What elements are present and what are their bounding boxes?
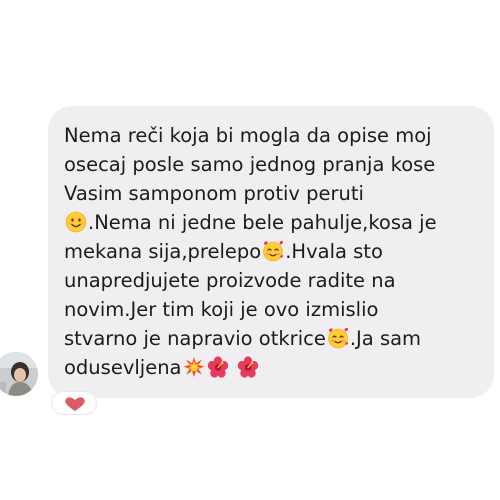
- message-text: Nema reči koja bi mogla da opise moj osec…: [64, 121, 484, 382]
- heart-icon: [65, 397, 85, 411]
- message-line: odusevljena: [64, 353, 484, 382]
- message-text-segment: novim.Jer tim koji je ovo izmislio: [64, 298, 379, 321]
- message-line: Nema reči koja bi mogla da opise moj: [64, 121, 484, 150]
- message-text-segment: mekana sija,prelepo: [64, 240, 262, 263]
- message-text-segment: .Ja sam: [349, 327, 422, 350]
- avatar[interactable]: [0, 352, 38, 396]
- message-text-segment: Vasim samponom protiv peruti: [64, 182, 364, 205]
- message-line: stvarno je napravio otkrice .Ja sam: [64, 324, 484, 353]
- message-text-segment: .Hvala sto: [285, 240, 383, 263]
- message-line: osecaj posle samo jednog pranja kose: [64, 150, 484, 179]
- message-text-segment: stvarno je napravio otkrice: [64, 327, 326, 350]
- collision-icon: [183, 357, 205, 377]
- message-bubble[interactable]: Nema reči koja bi mogla da opise moj osec…: [48, 106, 494, 398]
- message-line: mekana sija,prelepo .Hvala sto: [64, 237, 484, 266]
- reaction-badge[interactable]: [52, 392, 96, 414]
- message-line: novim.Jer tim koji je ovo izmislio: [64, 295, 484, 324]
- message-line: unapredjujete proizvode radite na: [64, 266, 484, 295]
- avatar-image: [0, 352, 38, 396]
- message-text-segment: [230, 356, 236, 379]
- smiling-face-hearts-icon: [328, 327, 348, 349]
- hibiscus-icon: [237, 356, 258, 378]
- message-text-segment: osecaj posle samo jednog pranja kose: [64, 153, 436, 176]
- smiling-face-icon: [65, 211, 87, 233]
- message-text-segment: Nema reči koja bi mogla da opise moj: [64, 124, 432, 147]
- message-text-segment: unapredjujete proizvode radite na: [64, 269, 396, 292]
- message-line: .Nema ni jedne bele pahulje,kosa je: [64, 208, 484, 237]
- hibiscus-icon: [207, 356, 228, 378]
- smiling-face-hearts-icon: [263, 240, 284, 262]
- message-line: Vasim samponom protiv peruti: [64, 179, 484, 208]
- message-text-segment: odusevljena: [64, 356, 182, 379]
- message-text-segment: .Nema ni jedne bele pahulje,kosa je: [88, 211, 437, 234]
